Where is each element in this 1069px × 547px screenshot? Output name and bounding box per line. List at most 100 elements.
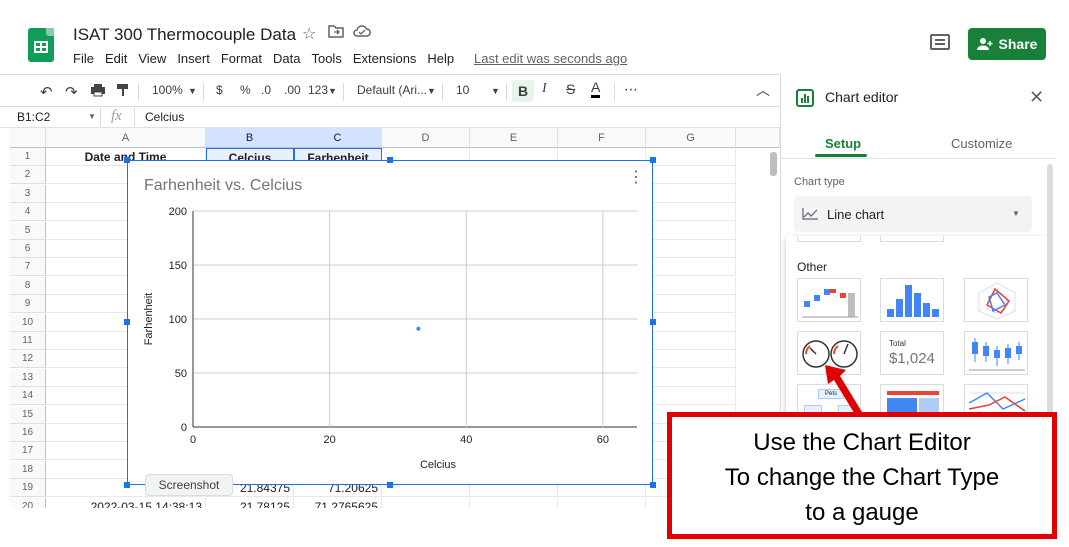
menu-view[interactable]: View	[138, 51, 166, 66]
chart-type-select[interactable]: Line chart ▼	[794, 196, 1032, 232]
row-header[interactable]: 17	[10, 442, 46, 461]
share-button[interactable]: Share	[968, 28, 1046, 60]
decrease-decimal-button[interactable]: .0	[261, 83, 271, 97]
font-size-select[interactable]: 10	[456, 83, 469, 97]
menu-extensions[interactable]: Extensions	[353, 51, 417, 66]
candlestick-chart-option[interactable]	[964, 331, 1028, 375]
formula-input[interactable]: Celcius	[145, 110, 184, 124]
comment-history-icon[interactable]	[930, 34, 950, 50]
zoom-select[interactable]: 100%	[152, 83, 183, 97]
resize-handle[interactable]	[124, 482, 130, 488]
chart-menu-icon[interactable]: ⋮	[628, 167, 644, 187]
column-header-f[interactable]: F	[558, 128, 646, 148]
name-box[interactable]: B1:C2	[17, 110, 50, 124]
histogram-chart-option[interactable]	[880, 278, 944, 322]
row-header[interactable]: 9	[10, 295, 46, 314]
cell[interactable]	[646, 184, 736, 203]
star-icon[interactable]: ☆	[302, 24, 316, 44]
cell[interactable]: 71.2765625	[294, 497, 382, 508]
cell[interactable]	[646, 203, 736, 222]
cell[interactable]	[470, 497, 558, 508]
row-header[interactable]: 19	[10, 479, 46, 498]
paint-format-icon[interactable]	[116, 83, 130, 100]
chevron-down-icon[interactable]: ▼	[427, 86, 436, 96]
menu-tools[interactable]: Tools	[311, 51, 341, 66]
print-icon[interactable]	[90, 83, 106, 100]
cell[interactable]	[646, 221, 736, 240]
cell[interactable]	[646, 148, 736, 166]
menu-data[interactable]: Data	[273, 51, 300, 66]
cell[interactable]	[646, 313, 736, 332]
close-icon[interactable]: ✕	[1029, 87, 1044, 108]
undo-icon[interactable]: ↶	[40, 83, 53, 101]
panel-scrollbar[interactable]	[1047, 164, 1053, 414]
radar-chart-option[interactable]	[964, 278, 1028, 322]
waterfall-chart-option[interactable]	[797, 278, 861, 322]
text-color-button[interactable]: A	[591, 79, 601, 98]
cell[interactable]: 2022-03-15 14:38:13	[46, 497, 206, 508]
scorecard-chart-option[interactable]: Total $1,024	[880, 331, 944, 375]
more-options-icon[interactable]: ⋯	[624, 81, 638, 98]
row-header[interactable]: 20	[10, 497, 46, 508]
sheets-logo-icon[interactable]	[28, 28, 54, 62]
menu-help[interactable]: Help	[427, 51, 454, 66]
increase-decimal-button[interactable]: .00	[284, 83, 301, 97]
row-header[interactable]: 2	[10, 166, 46, 185]
column-header-d[interactable]: D	[382, 128, 470, 148]
resize-handle[interactable]	[124, 319, 130, 325]
strikethrough-button[interactable]: S	[566, 81, 575, 97]
column-header-a[interactable]: A	[46, 128, 206, 148]
redo-icon[interactable]: ↷	[65, 83, 78, 101]
more-formats-button[interactable]: 123	[308, 83, 328, 97]
last-edit-link[interactable]: Last edit was seconds ago	[474, 51, 627, 66]
currency-format-button[interactable]: $	[216, 83, 223, 97]
resize-handle[interactable]	[387, 482, 393, 488]
row-header[interactable]: 5	[10, 221, 46, 240]
cell[interactable]	[646, 240, 736, 258]
column-header-c[interactable]: C	[294, 128, 382, 148]
column-header-g[interactable]: G	[646, 128, 736, 148]
menu-insert[interactable]: Insert	[177, 51, 210, 66]
resize-handle[interactable]	[650, 319, 656, 325]
chevron-down-icon[interactable]: ▼	[88, 112, 96, 121]
cell[interactable]	[646, 332, 736, 350]
cell[interactable]	[382, 497, 470, 508]
cell[interactable]	[646, 276, 736, 295]
cell[interactable]	[646, 387, 736, 406]
resize-handle[interactable]	[124, 157, 130, 163]
cell[interactable]	[646, 166, 736, 185]
row-header[interactable]: 16	[10, 424, 46, 442]
chevron-down-icon[interactable]: ▼	[328, 86, 337, 96]
row-header[interactable]: 8	[10, 276, 46, 295]
row-header[interactable]: 11	[10, 332, 46, 350]
chart-object[interactable]: 0 50 100 150 200 0 20 40 60 Celcius Farhenheit Far…	[124, 157, 656, 488]
row-header[interactable]: 14	[10, 387, 46, 406]
document-title[interactable]: ISAT 300 Thermocouple Data	[73, 25, 296, 45]
row-header[interactable]: 3	[10, 184, 46, 203]
cell[interactable]	[646, 368, 736, 387]
resize-handle[interactable]	[650, 157, 656, 163]
row-header[interactable]: 1	[10, 148, 46, 166]
bold-button[interactable]: B	[512, 80, 534, 102]
cell[interactable]	[646, 350, 736, 369]
collapse-toolbar-icon[interactable]: ︿	[756, 80, 770, 100]
row-header[interactable]: 18	[10, 460, 46, 479]
cell[interactable]: 21.78125	[206, 497, 294, 508]
cell[interactable]	[646, 295, 736, 314]
cell[interactable]	[558, 497, 646, 508]
cloud-status-icon[interactable]	[353, 24, 371, 43]
grid-scrollbar[interactable]	[770, 152, 777, 176]
percent-format-button[interactable]: %	[240, 83, 251, 97]
menu-file[interactable]: File	[73, 51, 94, 66]
menu-format[interactable]: Format	[221, 51, 262, 66]
italic-button[interactable]: I	[542, 81, 547, 97]
font-select[interactable]: Default (Ari...	[357, 83, 427, 97]
row-header[interactable]: 15	[10, 405, 46, 424]
row-header[interactable]: 12	[10, 350, 46, 369]
resize-handle[interactable]	[650, 482, 656, 488]
row-header[interactable]: 6	[10, 240, 46, 258]
row-header[interactable]: 10	[10, 313, 46, 332]
tab-setup[interactable]: Setup	[825, 136, 861, 151]
tab-customize[interactable]: Customize	[951, 136, 1012, 151]
cell[interactable]	[646, 258, 736, 277]
